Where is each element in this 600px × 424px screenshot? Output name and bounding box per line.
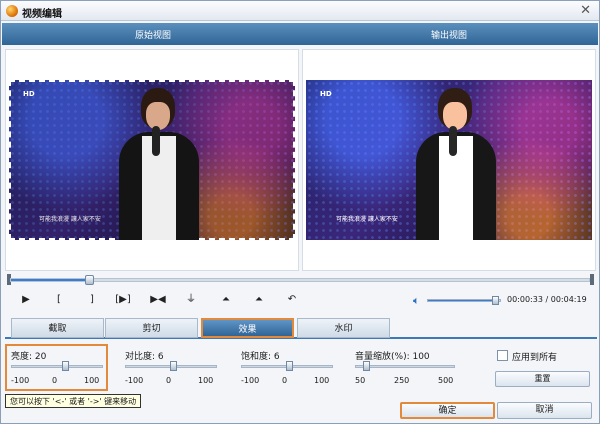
volume-zoom-value: 100 <box>412 352 430 362</box>
channel-logo: HD <box>23 90 35 98</box>
undo-button[interactable]: ↶ <box>283 292 301 308</box>
contrast-min: -100 <box>125 376 144 385</box>
channel-logo: HD <box>320 90 332 98</box>
contrast-value: 6 <box>157 352 164 362</box>
brightness-label: 亮度: 20 <box>11 352 47 362</box>
contrast-label: 对比度: 6 <box>125 352 164 362</box>
contrast-max: 100 <box>198 376 214 385</box>
brightness-min: -100 <box>11 376 30 385</box>
contrast-thumb[interactable] <box>169 361 177 371</box>
edit-tabs: 截取 剪切 效果 水印 <box>5 317 597 339</box>
saturation-mid: 0 <box>282 376 288 385</box>
volume-fill <box>428 300 497 301</box>
original-view-label: 原始视图 <box>135 31 172 41</box>
timeline-progress <box>11 279 90 281</box>
rotate-left-button[interactable]: ⏶ <box>217 292 235 308</box>
saturation-label: 饱和度: 6 <box>241 352 280 362</box>
current-time: 00:00:33 <box>507 295 543 304</box>
output-video-panel: HD 可能我浪漫 讓人家不安 <box>302 49 596 271</box>
window-title: 视频编辑 <box>22 9 62 20</box>
singer-figure <box>114 88 204 240</box>
tab-watermark[interactable]: 水印 <box>297 318 390 338</box>
volume-zoom-min: 50 <box>355 376 366 385</box>
contrast-mid: 0 <box>166 376 172 385</box>
speaker-icon[interactable]: 🔈︎ <box>413 294 420 308</box>
saturation-thumb[interactable] <box>285 361 293 371</box>
keyboard-hint-tooltip: 您可以按下 '<-' 或者 '->' 键来移动 <box>5 394 142 408</box>
output-view-label: 输出视图 <box>431 31 468 41</box>
volume-thumb[interactable] <box>492 296 500 305</box>
mark-out-button[interactable]: ] <box>83 292 101 308</box>
original-video-panel: HD 可能我浪漫 讓人家不安 <box>5 49 299 271</box>
timeline-track[interactable] <box>10 275 590 285</box>
saturation-value: 6 <box>273 352 280 362</box>
title-bar[interactable]: 视频编辑 ✕ <box>1 1 599 21</box>
tab-cut[interactable]: 剪切 <box>105 318 198 338</box>
rotate-right-button[interactable]: ⏶ <box>250 292 268 308</box>
brightness-slider[interactable] <box>11 361 103 371</box>
saturation-slider[interactable] <box>241 361 333 371</box>
timeline-end-marker[interactable] <box>590 274 594 285</box>
total-time: 00:04:19 <box>550 295 587 304</box>
next-frame-button[interactable]: ▶◀ <box>149 292 167 308</box>
tab-effects[interactable]: 效果 <box>201 318 294 338</box>
brightness-max: 100 <box>84 376 100 385</box>
play-button[interactable]: ▶ <box>17 292 35 308</box>
volume-zoom-thumb[interactable] <box>362 361 370 371</box>
reset-button[interactable]: 重置 <box>495 371 590 387</box>
flip-vertical-button[interactable]: ⏚ <box>182 292 200 308</box>
tab-capture[interactable]: 截取 <box>11 318 104 338</box>
ok-button[interactable]: 确定 <box>400 402 495 419</box>
brightness-mid: 0 <box>52 376 58 385</box>
singer-figure <box>411 88 501 240</box>
apply-all-checkbox[interactable] <box>497 350 508 361</box>
app-icon <box>6 5 18 17</box>
video-edit-window: 视频编辑 ✕ 原始视图 输出视图 HD 可能我浪漫 讓人家不安 HD 可能我浪漫… <box>0 0 600 424</box>
output-video-frame: HD 可能我浪漫 讓人家不安 <box>306 80 592 240</box>
close-icon[interactable]: ✕ <box>580 3 591 18</box>
timeline-thumb[interactable] <box>85 275 95 285</box>
original-video-frame[interactable]: HD 可能我浪漫 讓人家不安 <box>9 80 295 240</box>
volume-zoom-max: 500 <box>438 376 454 385</box>
brightness-value: 20 <box>34 352 47 362</box>
time-display: 00:00:33 / 00:04:19 <box>507 295 587 304</box>
volume-slider[interactable] <box>427 296 501 305</box>
volume-zoom-mid: 250 <box>394 376 410 385</box>
time-separator: / <box>545 295 549 304</box>
play-selection-button[interactable]: [▶] <box>114 292 132 308</box>
video-subtitle: 可能我浪漫 讓人家不安 <box>39 216 101 223</box>
apply-all-label[interactable]: 应用到所有 <box>512 350 557 363</box>
saturation-min: -100 <box>241 376 260 385</box>
volume-zoom-slider[interactable] <box>355 361 455 371</box>
saturation-max: 100 <box>314 376 330 385</box>
video-subtitle: 可能我浪漫 讓人家不安 <box>336 216 398 223</box>
brightness-thumb[interactable] <box>62 361 69 371</box>
contrast-slider[interactable] <box>125 361 217 371</box>
view-header: 原始视图 输出视图 <box>2 23 598 45</box>
cancel-button[interactable]: 取消 <box>497 402 592 419</box>
mark-in-button[interactable]: [ <box>50 292 68 308</box>
